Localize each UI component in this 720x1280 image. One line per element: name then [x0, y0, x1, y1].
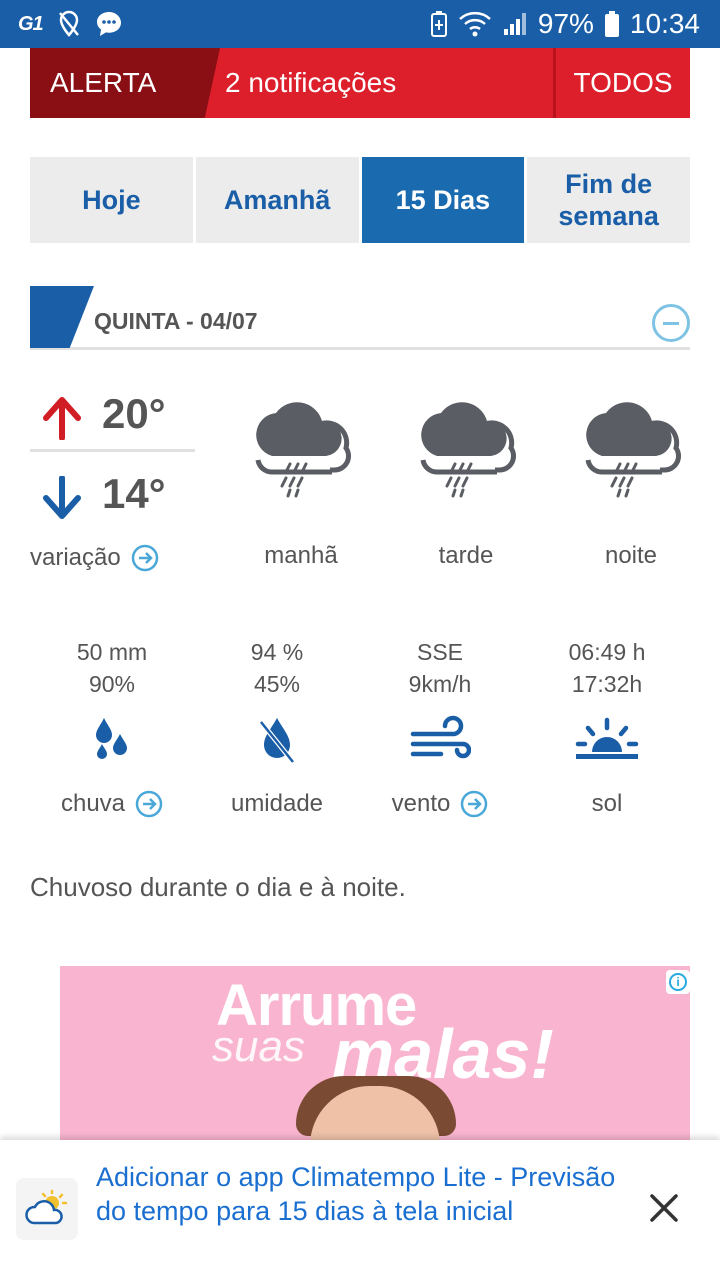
circle-arrow-right-icon — [131, 544, 158, 572]
rain-stat: 50 mm 90% — [32, 636, 192, 700]
status-bar: G1 97% 10:34 — [0, 0, 720, 48]
signal-icon — [502, 11, 528, 37]
day-summary: Chuvoso durante o dia e à noite. — [30, 872, 406, 902]
rain-amount: 50 mm — [76, 639, 148, 665]
rain-cloud-icon — [398, 400, 528, 505]
alert-tag: ALERTA — [30, 48, 220, 118]
day-title: QUINTA - 04/07 — [94, 308, 258, 334]
sunrise-icon — [527, 714, 687, 771]
humidity-max: 94 % — [250, 639, 304, 665]
install-banner-text[interactable]: Adicionar o app Climatempo Lite - Previs… — [96, 1160, 616, 1228]
period-label-noite: noite — [604, 542, 658, 569]
sun-label: sol — [591, 790, 623, 817]
battery-icon — [604, 10, 620, 38]
arrow-up-icon — [43, 397, 81, 440]
rain-label: chuva — [60, 790, 126, 817]
rain-link[interactable]: chuva — [32, 790, 192, 818]
wind-direction: SSE — [416, 639, 464, 665]
clock: 10:34 — [629, 8, 700, 39]
ad-info-icon[interactable]: i — [666, 970, 690, 994]
rain-probability: 90% — [88, 671, 136, 697]
temp-min: 14° — [30, 470, 195, 526]
install-banner[interactable]: Adicionar o app Climatempo Lite - Previs… — [0, 1140, 720, 1280]
rain-cloud-icon — [563, 400, 693, 505]
temp-max-value: 20° — [102, 390, 166, 437]
collapse-icon[interactable] — [652, 304, 690, 342]
ad-subline-a: suas — [212, 1022, 305, 1071]
circle-arrow-right-icon — [135, 790, 163, 818]
close-icon[interactable] — [644, 1188, 684, 1228]
period-label-tarde: tarde — [438, 542, 494, 569]
variation-label: variação — [30, 544, 121, 571]
rain-drops-icon — [32, 714, 192, 771]
alert-notifications[interactable]: 2 notificações — [225, 48, 396, 118]
day-flag — [30, 286, 94, 348]
temp-min-value: 14° — [102, 470, 166, 517]
rain-cloud-icon — [233, 400, 363, 505]
sunrise-time: 06:49 h — [568, 639, 646, 665]
alert-bar[interactable]: ALERTA 2 notificações TODOS — [30, 48, 690, 118]
wind-stat: SSE 9km/h — [360, 636, 520, 700]
arrow-down-icon — [43, 476, 81, 519]
circle-arrow-right-icon — [461, 790, 488, 818]
battery-percent: 97% — [537, 8, 594, 39]
humidity-label: umidade — [230, 790, 324, 817]
wind-link[interactable]: vento — [360, 790, 520, 818]
battery-saver-icon — [430, 10, 448, 38]
wind-icon — [360, 714, 520, 771]
tab-fim-de-semana-label: Fim de semana — [558, 169, 659, 231]
tab-fim-de-semana[interactable]: Fim de semana — [527, 157, 690, 243]
sun-stat: 06:49 h 17:32h — [527, 636, 687, 700]
day-header: QUINTA - 04/07 — [30, 286, 690, 350]
tab-amanha[interactable]: Amanhã — [195, 157, 359, 243]
tab-15-dias[interactable]: 15 Dias — [361, 157, 525, 243]
humidity-min: 45% — [253, 671, 301, 697]
tab-hoje[interactable]: Hoje — [30, 157, 193, 243]
wifi-icon — [458, 11, 492, 37]
g1-icon: G1 — [18, 12, 44, 35]
wind-label: vento — [391, 790, 451, 817]
sunset-time: 17:32h — [571, 671, 643, 697]
wind-speed: 9km/h — [408, 671, 472, 697]
temp-divider — [30, 449, 195, 452]
chat-icon — [95, 10, 123, 38]
app-logo-icon — [16, 1178, 78, 1240]
forecast-tabs: Hoje Amanhã 15 Dias Fim de semana — [30, 157, 690, 243]
humidity-stat: 94 % 45% — [197, 636, 357, 700]
temp-max: 20° — [30, 390, 195, 446]
variation-link[interactable]: variação — [30, 544, 159, 572]
period-label-manha: manhã — [264, 542, 338, 569]
advertisement[interactable]: Arrume suas malas! i — [60, 966, 690, 1166]
location-off-icon — [57, 10, 81, 38]
alert-all-button[interactable]: TODOS — [556, 48, 690, 118]
humidity-icon — [197, 714, 357, 771]
